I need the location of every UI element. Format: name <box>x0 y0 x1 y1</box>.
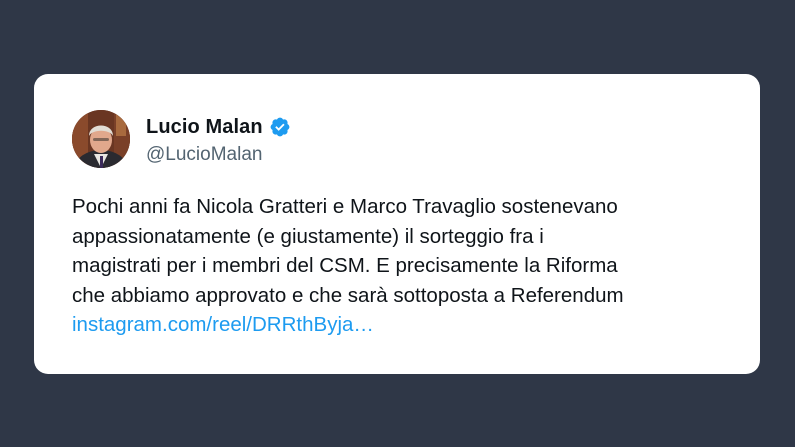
tweet-link[interactable]: instagram.com/reel/DRRthByja… <box>72 310 742 340</box>
author-handle[interactable]: @LucioMalan <box>146 144 262 166</box>
tweet-text: Pochi anni fa Nicola Gratteri e Marco Tr… <box>72 192 742 340</box>
verified-badge-icon <box>269 116 291 138</box>
tweet-text-line: che abbiamo approvato e che sarà sottopo… <box>72 283 624 307</box>
author-name-row: Lucio Malan <box>146 114 291 140</box>
tweet-card: Lucio Malan @LucioMalan Pochi anni fa Ni… <box>34 74 760 374</box>
tweet-text-line: appassionatamente (e giustamente) il sor… <box>72 224 544 248</box>
tweet-text-line: Pochi anni fa Nicola Gratteri e Marco Tr… <box>72 195 618 218</box>
author-display-name[interactable]: Lucio Malan <box>146 116 263 139</box>
avatar[interactable] <box>72 110 130 168</box>
tweet-text-line: magistrati per i membri del CSM. E preci… <box>72 254 618 277</box>
avatar-image <box>72 110 130 168</box>
